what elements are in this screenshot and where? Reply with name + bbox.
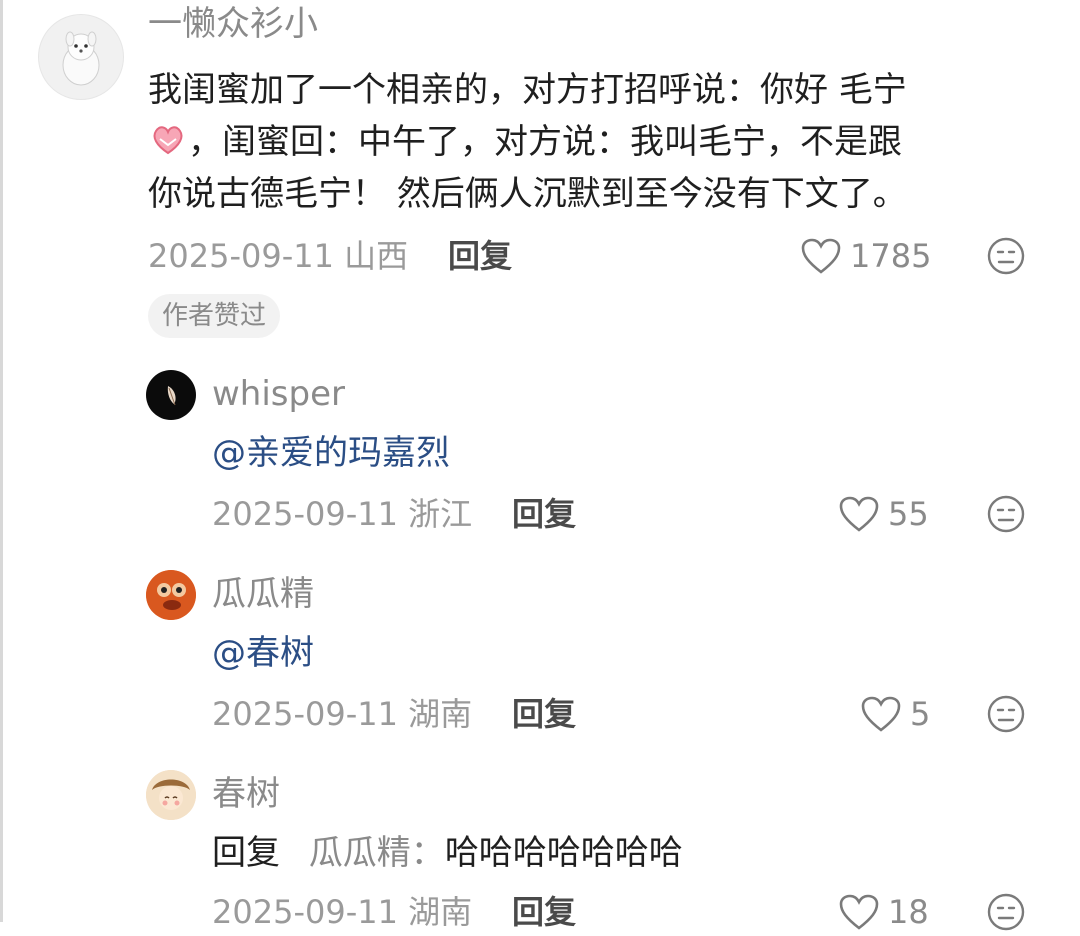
comment-text-cont: ，闺蜜回：中午了，对方说：我叫毛宁，不是跟 [188,122,902,162]
reply-username[interactable]: 瓜瓜精 [212,570,314,618]
comment-date: 2025-09-11 [148,237,334,275]
comment-text-line-2: ，闺蜜回：中午了，对方说：我叫毛宁，不是跟 [148,116,1048,168]
reply-button[interactable]: 回复 [512,888,576,936]
reply-meta: 2025-09-11 湖南 [212,888,472,936]
reply-meta: 2025-09-11 湖南 [212,690,472,738]
like-count: 5 [910,695,931,733]
like-count: 55 [888,495,929,533]
like-button[interactable]: 1785 [800,234,931,278]
heart-icon [839,496,879,532]
dislike-button[interactable] [986,236,1026,280]
reply-text: 哈哈哈哈哈哈哈 [444,833,683,873]
heart-icon [801,238,841,274]
reply-text-line: 回复 瓜瓜精：哈哈哈哈哈哈哈 [212,828,683,878]
like-button[interactable]: 5 [860,692,930,736]
reply-location: 湖南 [408,893,473,931]
comment-text-line-3: 你说古德毛宁！ 然后俩人沉默到至今没有下文了。 [148,168,1048,220]
meh-face-icon [987,495,1025,533]
dislike-button[interactable] [986,694,1026,738]
comment-location: 山西 [344,237,409,275]
reply-target-name[interactable]: 瓜瓜精： [309,833,445,873]
avatar[interactable] [146,370,196,420]
avatar[interactable] [146,770,196,820]
meh-face-icon [987,695,1025,733]
reply-username[interactable]: whisper [212,370,345,418]
heart-hands-emoji [148,119,188,159]
reply-username[interactable]: 春树 [212,770,280,818]
comment-text-line-1: 我闺蜜加了一个相亲的，对方打招呼说：你好 毛宁 [148,64,1048,116]
reply-mention[interactable]: @春树 [212,628,314,678]
reply-date: 2025-09-11 [212,695,398,733]
reply-button[interactable]: 回复 [512,490,576,538]
like-button[interactable]: 18 [838,890,929,934]
reply-location: 浙江 [408,495,473,533]
meh-face-icon [987,893,1025,931]
dislike-button[interactable] [986,494,1026,538]
avatar[interactable] [146,570,196,620]
reply-prefix-label: 回复 [212,833,280,873]
comment-text: 我闺蜜加了一个相亲的，对方打招呼说：你好 毛宁 [148,70,907,110]
heart-icon [861,696,901,732]
like-button[interactable]: 55 [838,492,929,536]
heart-icon [839,894,879,930]
comment-username[interactable]: 一懒众衫小 [148,0,318,48]
reply-location: 湖南 [408,695,473,733]
author-liked-badge: 作者赞过 [148,294,281,338]
like-count: 1785 [850,237,932,275]
like-count: 18 [888,893,929,931]
reply-mention[interactable]: @亲爱的玛嘉烈 [212,428,450,478]
thread-edge-line [0,0,3,922]
face-avatar-icon [146,770,196,820]
comment-meta: 2025-09-11 山西 [148,232,408,280]
comment-text-end: 你说古德毛宁！ 然后俩人沉默到至今没有下文了。 [148,174,907,214]
meh-face-icon [987,237,1025,275]
reply-date: 2025-09-11 [212,893,398,931]
reply-meta: 2025-09-11 浙江 [212,490,472,538]
avatar[interactable] [38,14,124,100]
cartoon-avatar-icon [146,570,196,620]
reply-button[interactable]: 回复 [448,232,512,280]
dog-avatar-icon [62,31,100,86]
feather-avatar-icon [167,386,176,406]
dislike-button[interactable] [986,892,1026,936]
reply-button[interactable]: 回复 [512,690,576,738]
reply-date: 2025-09-11 [212,495,398,533]
